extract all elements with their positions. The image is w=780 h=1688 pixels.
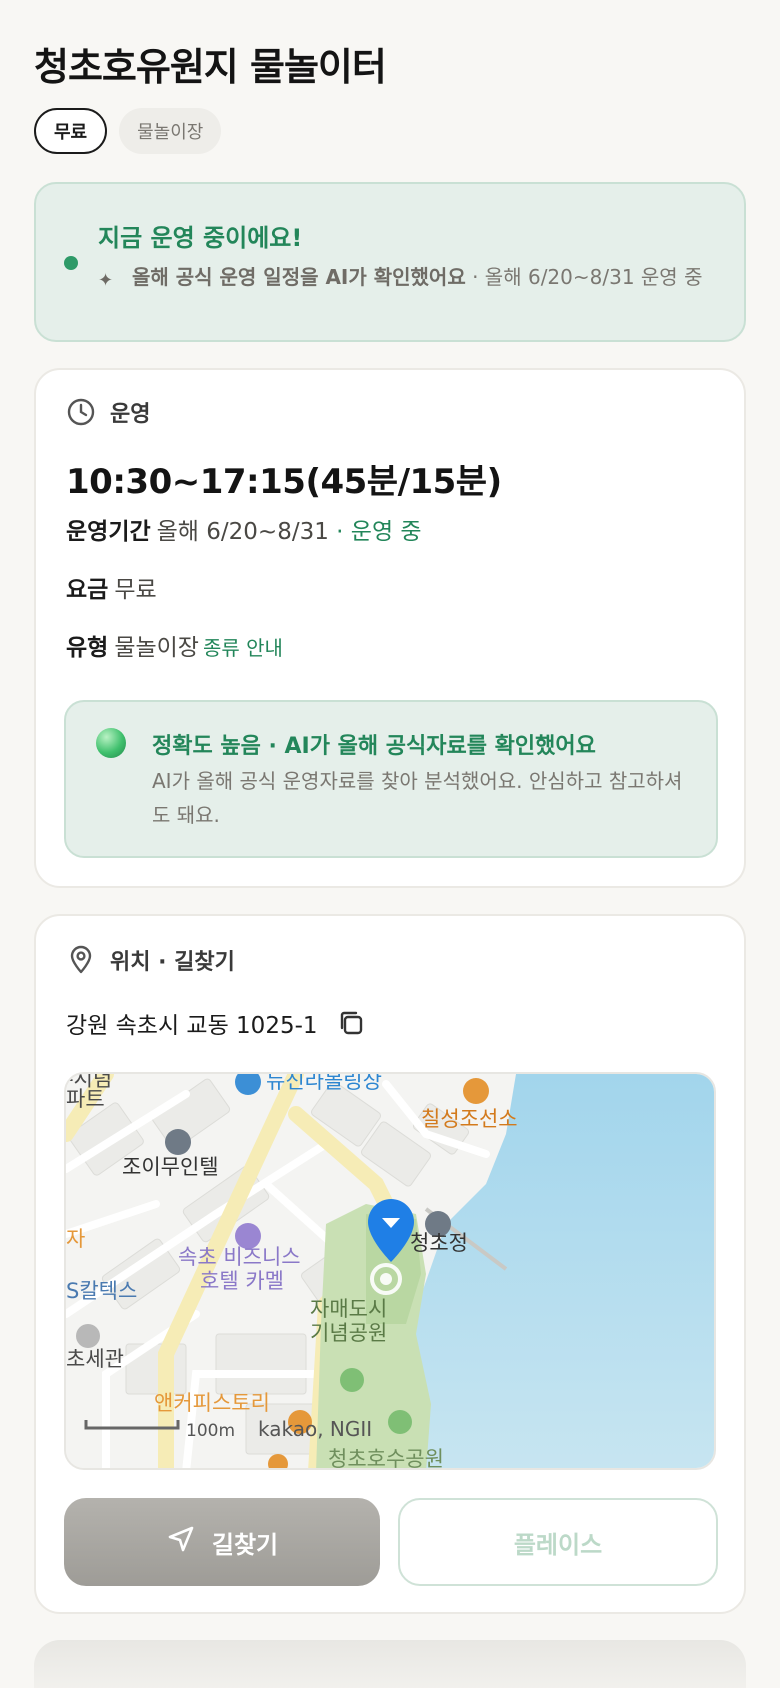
period-label: 운영기간 xyxy=(66,519,151,545)
operating-hours: 10:30~17:15(45분/15분) xyxy=(66,462,502,502)
navigation-arrow-icon xyxy=(166,1524,196,1560)
status-detail: · 올해 6/20~8/31 운영 중 xyxy=(472,265,703,289)
map-label-hotel-line2: 호텔 카멜 xyxy=(200,1269,284,1293)
operation-header: 운영 xyxy=(66,396,150,428)
location-card: 위치 · 길찾기 강원 속초시 교동 1025-1 -시념 파트 뉴신라볼링상 … xyxy=(34,914,746,1614)
location-label: 위치 · 길찾기 xyxy=(110,950,235,975)
accuracy-title: 정확도 높음 · AI가 올해 공식자료를 확인했어요 xyxy=(152,734,596,759)
operation-label: 운영 xyxy=(110,402,151,427)
map-label-left-ja: 자 xyxy=(66,1227,85,1251)
page-title: 청초호유원지 물놀이터 xyxy=(34,45,387,89)
sparkle-icon: ✦ xyxy=(98,270,114,291)
clock-icon xyxy=(66,397,96,427)
accuracy-orb-icon xyxy=(96,728,126,758)
route-button-label: 길찾기 xyxy=(211,1530,279,1559)
map-label-park-line1: 자매도시 xyxy=(310,1297,387,1321)
map-attribution: kakao, NGII xyxy=(258,1417,372,1441)
status-dot-icon xyxy=(64,256,78,270)
fee-row: 요금 무료 xyxy=(66,570,157,604)
type-guide-link[interactable]: 종류 안내 xyxy=(203,636,283,660)
place-button[interactable]: 플레이스 xyxy=(398,1498,718,1586)
map-label-lake-park: 청초호수공원 xyxy=(328,1447,444,1470)
map-label-park-line2: 기념공원 xyxy=(310,1321,387,1345)
period-row: 운영기간 올해 6/20~8/31 · 운영 중 xyxy=(66,512,422,546)
address-row: 강원 속초시 교동 1025-1 xyxy=(66,1006,366,1040)
map-label-hotel-line1: 속초 비즈니스 xyxy=(178,1245,301,1269)
accuracy-box: 정확도 높음 · AI가 올해 공식자료를 확인했어요 AI가 올해 공식 운영… xyxy=(64,700,718,858)
map-label-cheongchojeong: 청초정 xyxy=(410,1231,468,1255)
tag-list: 무료 물놀이장 xyxy=(34,108,222,154)
map-label-caltex: S칼텍스 xyxy=(66,1279,137,1303)
operation-card: 운영 10:30~17:15(45분/15분) 운영기간 올해 6/20~8/31… xyxy=(34,368,746,888)
route-button[interactable]: 길찾기 xyxy=(64,1498,380,1586)
status-description: 올해 공식 운영 일정을 AI가 확인했어요 · 올해 6/20~8/31 운영… xyxy=(132,262,722,292)
map-label-sechwan: 초세관 xyxy=(66,1347,124,1371)
map-label-apt: 파트 xyxy=(66,1087,105,1111)
tag-category[interactable]: 물놀이장 xyxy=(119,108,222,154)
fee-value: 무료 xyxy=(114,577,157,603)
map-view[interactable]: -시념 파트 뉴신라볼링상 칠성조선소 조이무인텔 자 속초 비즈니스 호텔 카… xyxy=(64,1072,716,1470)
map-label-bowling: 뉴신라볼링상 xyxy=(266,1074,382,1093)
status-ai-note: 올해 공식 운영 일정을 AI가 확인했어요 xyxy=(132,265,466,289)
tag-free[interactable]: 무료 xyxy=(34,108,108,154)
type-value: 물놀이장 xyxy=(114,635,199,661)
accuracy-description: AI가 올해 공식 운영자료를 찾아 분석했어요. 안심하고 참고하셔도 돼요. xyxy=(152,769,683,827)
fee-label: 요금 xyxy=(66,577,109,603)
type-label: 유형 xyxy=(66,635,109,661)
place-button-label: 플레이스 xyxy=(513,1530,603,1559)
status-card: 지금 운영 중이에요! ✦ 올해 공식 운영 일정을 AI가 확인했어요 · 올… xyxy=(34,182,746,342)
address-text: 강원 속초시 교동 1025-1 xyxy=(66,1013,318,1039)
map-label-chilseong: 칠성조선소 xyxy=(421,1107,518,1131)
location-header: 위치 · 길찾기 xyxy=(66,944,235,976)
map-label-anchor: 앤커피스토리 xyxy=(154,1391,270,1415)
period-status: · 운영 중 xyxy=(336,519,422,545)
location-pin-icon xyxy=(66,945,96,975)
copy-icon[interactable] xyxy=(336,1008,366,1038)
status-title: 지금 운영 중이에요! xyxy=(98,224,303,252)
type-row: 유형 물놀이장 종류 안내 xyxy=(66,628,283,662)
period-value: 올해 6/20~8/31 xyxy=(156,519,329,545)
map-scale-label: 100m xyxy=(186,1421,235,1441)
next-card-peek xyxy=(34,1640,746,1688)
map-label-joy-motel: 조이무인텔 xyxy=(122,1155,219,1179)
map-canvas: -시념 파트 뉴신라볼링상 칠성조선소 조이무인텔 자 속초 비즈니스 호텔 카… xyxy=(66,1074,714,1470)
